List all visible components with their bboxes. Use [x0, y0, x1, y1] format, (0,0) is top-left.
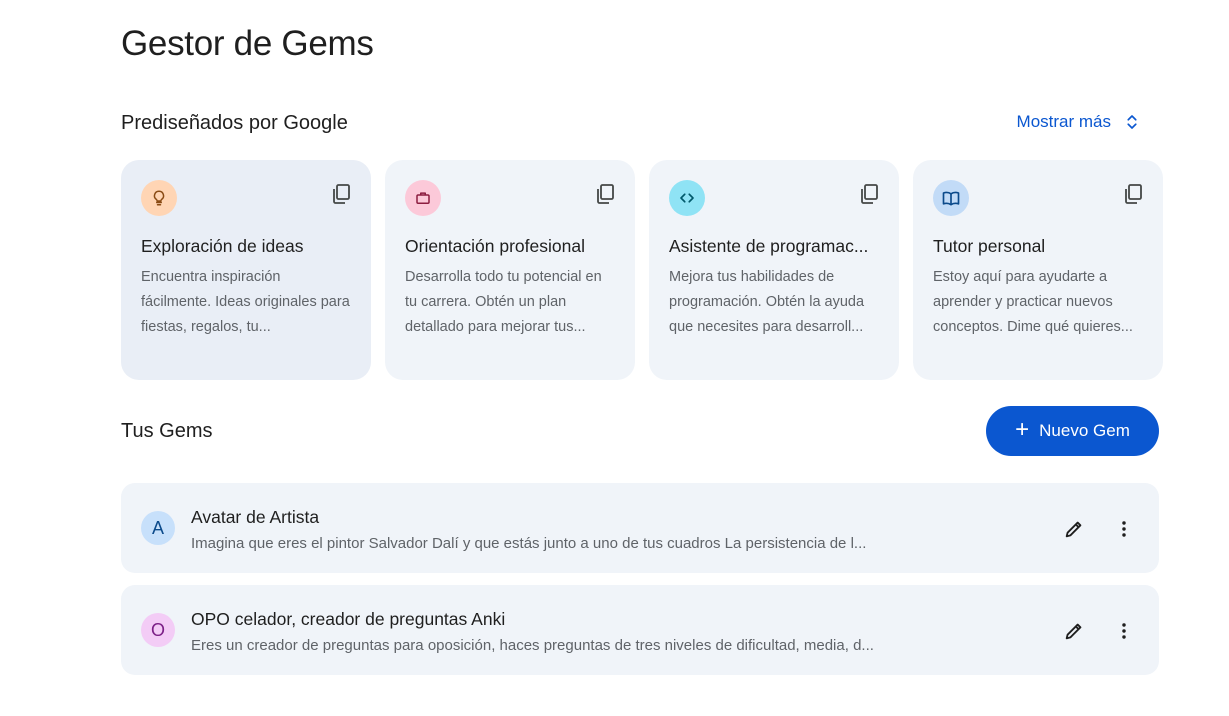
avatar: O [141, 613, 175, 647]
new-gem-button[interactable]: + Nuevo Gem [986, 406, 1159, 456]
page-title: Gestor de Gems [121, 24, 374, 63]
gem-description: Imagina que eres el pintor Salvador Dalí… [191, 535, 867, 552]
edit-pencil-icon[interactable] [1063, 620, 1085, 642]
more-vert-icon[interactable] [1113, 518, 1135, 540]
copy-icon[interactable] [593, 182, 617, 206]
gem-description: Eres un creador de preguntas para oposic… [191, 637, 874, 654]
gem-row-avatar-artista[interactable]: A Avatar de Artista Imagina que eres el … [121, 483, 1159, 573]
edit-pencil-icon[interactable] [1063, 518, 1085, 540]
book-icon [933, 180, 969, 216]
your-gems-section-title: Tus Gems [121, 420, 213, 442]
code-icon [669, 180, 705, 216]
copy-icon[interactable] [1121, 182, 1145, 206]
card-title: Exploración de ideas [141, 236, 304, 256]
lightbulb-icon [141, 180, 177, 216]
premade-card-career[interactable]: Orientación profesional Desarrolla todo … [385, 160, 635, 380]
more-vert-icon[interactable] [1113, 620, 1135, 642]
premade-card-ideas[interactable]: Exploración de ideas Encuentra inspiraci… [121, 160, 371, 380]
plus-icon: + [1015, 416, 1030, 443]
card-description: Estoy aquí para ayudarte a aprender y pr… [933, 269, 1133, 335]
show-more-button[interactable]: Mostrar más [1017, 112, 1141, 132]
show-more-label: Mostrar más [1016, 112, 1111, 131]
briefcase-icon [405, 180, 441, 216]
premade-gems-list: Exploración de ideas Encuentra inspiraci… [121, 160, 1163, 380]
copy-icon[interactable] [857, 182, 881, 206]
copy-icon[interactable] [329, 182, 353, 206]
card-title: Asistente de programac... [669, 236, 869, 256]
gem-row-opo-celador[interactable]: O OPO celador, creador de preguntas Anki… [121, 585, 1159, 675]
card-description: Mejora tus habilidades de programación. … [669, 269, 865, 335]
avatar: A [141, 511, 175, 545]
gem-name: OPO celador, creador de preguntas Anki [191, 609, 506, 629]
gem-name: Avatar de Artista [191, 507, 320, 527]
card-title: Orientación profesional [405, 236, 585, 256]
premade-card-coding[interactable]: Asistente de programac... Mejora tus hab… [649, 160, 899, 380]
premade-card-tutor[interactable]: Tutor personal Estoy aquí para ayudarte … [913, 160, 1163, 380]
card-title: Tutor personal [933, 236, 1046, 256]
card-description: Encuentra inspiración fácilmente. Ideas … [141, 269, 350, 335]
new-gem-label: Nuevo Gem [1039, 421, 1130, 440]
premade-section-title: Prediseñados por Google [121, 112, 348, 134]
card-description: Desarrolla todo tu potencial en tu carre… [405, 269, 602, 335]
expand-chevron-icon [1127, 115, 1137, 129]
